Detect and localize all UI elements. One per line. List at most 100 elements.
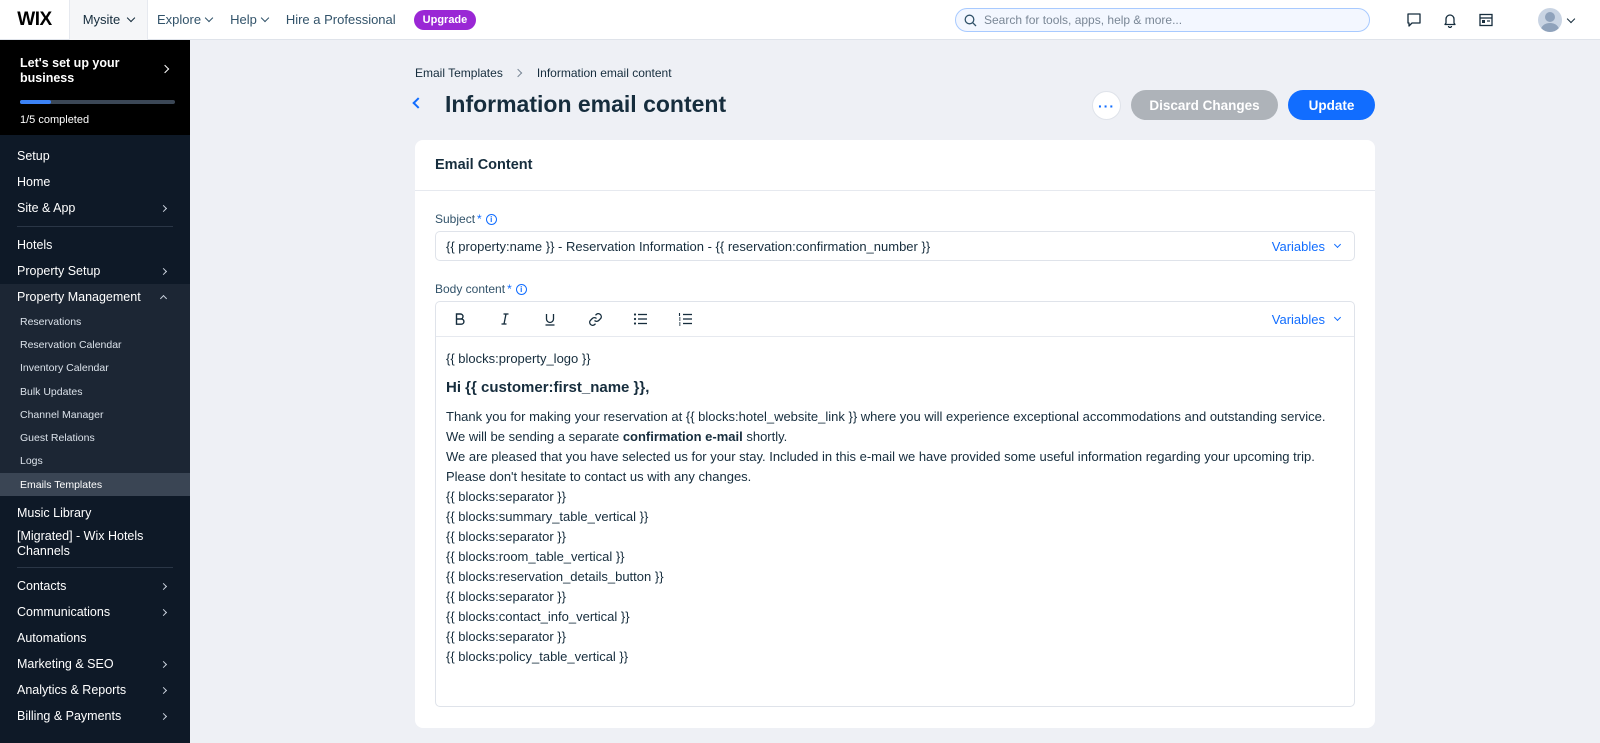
nav-explore[interactable]: Explore	[148, 12, 221, 27]
update-button[interactable]: Update	[1288, 90, 1375, 120]
sidebar-item-automations[interactable]: Automations	[0, 625, 190, 651]
sidebar-item-wix-hotels-channels[interactable]: [Migrated] - Wix Hotels Channels	[0, 526, 150, 562]
search-icon	[964, 14, 977, 26]
subject-label: Subject * i	[435, 212, 497, 226]
block-line: {{ blocks:separator }}	[446, 589, 566, 604]
sidebar-item-contacts[interactable]: Contacts	[0, 573, 190, 599]
p2-bold-text: confirmation e-mail	[622, 429, 743, 444]
site-name: Mysite	[82, 12, 121, 27]
nav-explore-label: Explore	[157, 12, 202, 27]
sidebar-item-label: Property Setup	[17, 264, 101, 278]
sidebar-item-property-setup[interactable]: Property Setup	[0, 258, 190, 284]
sidebar-subitem-emails-templates[interactable]: Emails Templates	[0, 473, 190, 497]
info-icon[interactable]: i	[515, 283, 527, 295]
sidebar-menu: Setup Home Site & App Hotels Property Se…	[0, 135, 190, 729]
search-input[interactable]: Search for tools, apps, help & more...	[955, 8, 1370, 32]
chevron-right-icon	[159, 712, 168, 720]
logo-block-line: {{ blocks:property_logo }}	[446, 351, 591, 366]
numbered-list-icon[interactable]	[673, 307, 697, 331]
italic-icon[interactable]	[493, 307, 517, 331]
body-variables-dropdown[interactable]: Variables	[1272, 312, 1342, 327]
bell-icon[interactable]	[1441, 11, 1459, 29]
block-line: {{ blocks:contact_info_vertical }}	[446, 609, 630, 624]
info-icon[interactable]: i	[485, 213, 497, 225]
sidebar-item-home[interactable]: Home	[0, 169, 190, 195]
sidebar-item-music-library[interactable]: Music Library	[0, 500, 190, 526]
sidebar-item-site-app[interactable]: Site & App	[0, 195, 190, 221]
search-placeholder: Search for tools, apps, help & more...	[984, 13, 1183, 27]
account-menu[interactable]	[1538, 8, 1576, 32]
underline-icon[interactable]	[538, 307, 562, 331]
property-management-submenu: Reservations Reservation Calendar Invent…	[0, 310, 190, 497]
bold-icon[interactable]	[448, 307, 472, 331]
chat-icon[interactable]	[1405, 11, 1423, 29]
block-line: {{ blocks:room_table_vertical }}	[446, 549, 625, 564]
chevron-right-icon	[159, 204, 168, 212]
sidebar-item-hotels[interactable]: Hotels	[0, 232, 190, 258]
body-content-label: Body content * i	[435, 282, 527, 296]
bulleted-list-icon[interactable]	[628, 307, 652, 331]
setup-progress-text: 1/5 completed	[20, 114, 90, 126]
editor-content[interactable]: {{ blocks:property_logo }} Hi {{ custome…	[436, 337, 1354, 679]
sidebar-subitem-logs[interactable]: Logs	[0, 450, 190, 473]
sidebar-item-communications[interactable]: Communications	[0, 599, 190, 625]
back-arrow-icon[interactable]	[412, 97, 424, 109]
top-bar: WIX Mysite Explore Help Hire a Professio…	[0, 0, 1600, 40]
breadcrumb: Email Templates Information email conten…	[415, 66, 672, 80]
more-actions-button[interactable]: ···	[1092, 91, 1121, 120]
sidebar-item-billing-payments[interactable]: Billing & Payments	[0, 703, 190, 729]
required-marker: *	[507, 282, 512, 296]
subject-variables-dropdown[interactable]: Variables	[1272, 239, 1342, 254]
nav-hire-professional[interactable]: Hire a Professional	[277, 12, 405, 27]
site-selector[interactable]: Mysite	[70, 0, 148, 40]
breadcrumb-current: Information email content	[536, 66, 672, 80]
sidebar-subitem-inventory-calendar[interactable]: Inventory Calendar	[0, 357, 190, 380]
chevron-right-icon	[159, 686, 168, 694]
chevron-down-icon	[1333, 313, 1342, 322]
discard-changes-button[interactable]: Discard Changes	[1131, 90, 1278, 120]
greeting-line: Hi {{ customer:first_name }},	[446, 379, 650, 396]
paragraph-confirmation: We will be sending a separate confirmati…	[446, 427, 1344, 447]
setup-progress-fill	[20, 100, 51, 104]
sidebar-subitem-channel-manager[interactable]: Channel Manager	[0, 403, 190, 426]
setup-progress-bar	[20, 100, 175, 104]
page-title: Information email content	[445, 91, 727, 117]
wix-logo[interactable]: WIX	[0, 0, 70, 40]
sidebar-subitem-bulk-updates[interactable]: Bulk Updates	[0, 380, 190, 403]
sidebar-subitem-guest-relations[interactable]: Guest Relations	[0, 426, 190, 449]
sidebar: Let's set up your business 1/5 completed…	[0, 40, 190, 743]
upgrade-button[interactable]: Upgrade	[413, 9, 477, 30]
nav-help[interactable]: Help	[221, 12, 277, 27]
sidebar-item-label: Communications	[17, 605, 111, 620]
editor-toolbar: Variables	[436, 302, 1354, 337]
subject-label-text: Subject	[435, 212, 476, 226]
sidebar-subitem-reservations[interactable]: Reservations	[0, 310, 190, 333]
breadcrumb-parent[interactable]: Email Templates	[415, 66, 503, 80]
chevron-right-icon	[513, 68, 523, 78]
sidebar-item-marketing-seo[interactable]: Marketing & SEO	[0, 651, 190, 677]
link-icon[interactable]	[583, 307, 607, 331]
sidebar-item-label: Analytics & Reports	[17, 683, 127, 698]
p2-text-before: We will be sending a separate	[446, 429, 623, 444]
sidebar-item-analytics-reports[interactable]: Analytics & Reports	[0, 677, 190, 703]
setup-card[interactable]: Let's set up your business 1/5 completed	[0, 40, 190, 135]
chevron-down-icon	[204, 13, 214, 23]
paragraph-pleased: We are pleased that you have selected us…	[446, 449, 1315, 484]
required-marker: *	[477, 212, 482, 226]
subject-field[interactable]: {{ property:name }} - Reservation Inform…	[435, 231, 1355, 261]
sidebar-item-setup[interactable]: Setup	[0, 143, 190, 169]
sidebar-item-label: Billing & Payments	[17, 709, 122, 724]
subject-value: {{ property:name }} - Reservation Inform…	[446, 238, 931, 254]
sidebar-subitem-reservation-calendar[interactable]: Reservation Calendar	[0, 333, 190, 356]
chevron-right-icon	[160, 64, 170, 74]
chevron-right-icon	[159, 608, 168, 616]
p2-text-after: shortly.	[742, 429, 788, 444]
sidebar-item-label: Site & App	[17, 201, 76, 215]
top-icons	[1405, 0, 1495, 40]
block-line: {{ blocks:separator }}	[446, 629, 566, 644]
chevron-down-icon	[127, 13, 136, 23]
block-line: {{ blocks:summary_table_vertical }}	[446, 509, 649, 524]
chevron-right-icon	[159, 582, 168, 590]
dashboard-icon[interactable]	[1477, 11, 1495, 29]
sidebar-item-property-management[interactable]: Property Management	[0, 284, 190, 310]
